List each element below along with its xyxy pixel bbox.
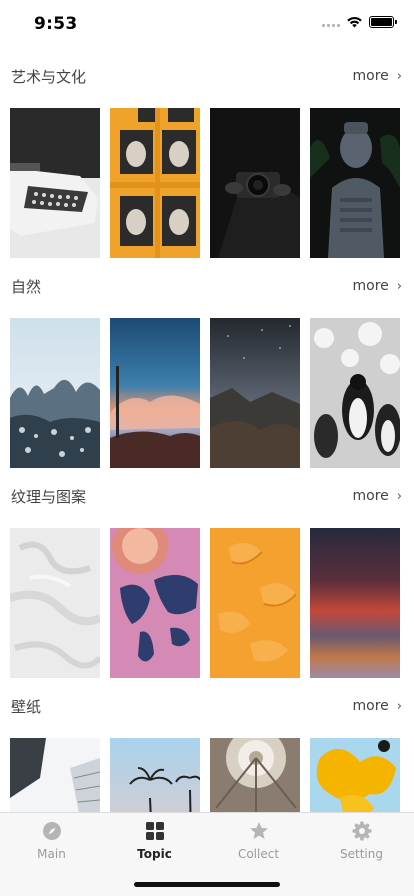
more-label: more [352, 68, 389, 84]
thumbnail-row [10, 108, 400, 258]
status-time: 9:53 [34, 14, 78, 34]
tab-label: Main [37, 847, 66, 861]
thumbnail-blurred-sunset[interactable] [310, 528, 400, 678]
chevron-right-icon: › [396, 68, 402, 84]
thumbnail-ornate-ceiling[interactable] [210, 738, 300, 812]
chevron-right-icon: › [396, 488, 402, 504]
thumbnail-frosty-trees[interactable] [10, 318, 100, 468]
section-header: 自然 more › [0, 258, 414, 306]
section-title: 自然 [11, 278, 42, 296]
thumbnail-palm-trees[interactable] [110, 738, 200, 812]
tab-topic[interactable]: Topic [103, 821, 206, 871]
thumbnail-yellow-splash[interactable] [310, 738, 400, 812]
section-title: 壁纸 [11, 698, 42, 716]
thumbnail-world-map[interactable] [110, 528, 200, 678]
thumbnail-sunset-mountain[interactable] [110, 318, 200, 468]
section-art-culture: 艺术与文化 more › [0, 48, 414, 258]
tab-setting[interactable]: Setting [310, 821, 413, 871]
chevron-right-icon: › [396, 278, 402, 294]
grid-icon [145, 822, 164, 840]
star-icon [249, 822, 268, 839]
more-label: more [352, 278, 389, 294]
section-header: 艺术与文化 more › [0, 48, 414, 96]
section-wallpapers: 壁纸 more › [0, 678, 414, 812]
section-title: 艺术与文化 [11, 68, 87, 86]
thumbnail-camera[interactable] [210, 108, 300, 258]
wifi-icon [347, 16, 362, 28]
tab-collect[interactable]: Collect [207, 821, 310, 871]
home-indicator [134, 882, 280, 887]
topic-list[interactable]: 艺术与文化 more › 自然 more › 纹理与图案 more › 壁纸 m… [0, 48, 414, 812]
thumbnail-row [10, 318, 400, 468]
more-link-art-culture[interactable]: more › [353, 68, 402, 84]
more-link-nature[interactable]: more › [353, 278, 402, 294]
section-nature: 自然 more › [0, 258, 414, 468]
status-bar: 9:53 [0, 0, 414, 48]
tab-label: Setting [340, 847, 383, 861]
status-indicators [322, 16, 397, 28]
thumbnail-portraits[interactable] [110, 108, 200, 258]
thumbnail-row [10, 738, 400, 812]
chevron-right-icon: › [396, 698, 402, 714]
thumbnail-night-mountain[interactable] [210, 318, 300, 468]
tab-label: Collect [237, 847, 280, 861]
thumbnail-penguins[interactable] [310, 318, 400, 468]
more-link-textures-patterns[interactable]: more › [353, 488, 402, 504]
thumbnail-white-texture[interactable] [10, 528, 100, 678]
more-label: more [352, 488, 389, 504]
cellular-signal-icon [322, 17, 340, 27]
thumbnail-terracotta-warrior[interactable] [310, 108, 400, 258]
battery-icon [369, 16, 397, 28]
section-header: 纹理与图案 more › [0, 468, 414, 516]
more-link-wallpapers[interactable]: more › [353, 698, 402, 714]
tab-label: Topic [137, 847, 172, 861]
section-textures-patterns: 纹理与图案 more › [0, 468, 414, 678]
section-header: 壁纸 more › [0, 678, 414, 726]
gear-icon [352, 821, 371, 841]
section-title: 纹理与图案 [11, 488, 87, 506]
tab-main[interactable]: Main [0, 821, 103, 871]
thumbnail-row [10, 528, 400, 678]
compass-icon [42, 822, 61, 840]
thumbnail-typewriter[interactable] [10, 108, 100, 258]
more-label: more [352, 698, 389, 714]
thumbnail-buildings[interactable] [10, 738, 100, 812]
thumbnail-orange-texture[interactable] [210, 528, 300, 678]
